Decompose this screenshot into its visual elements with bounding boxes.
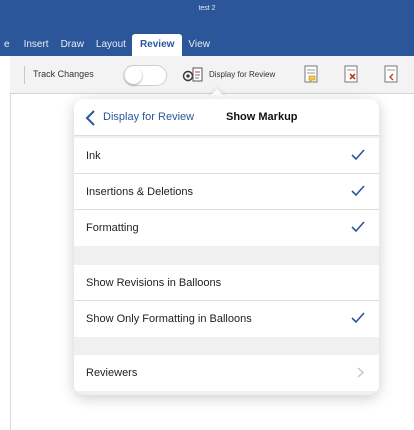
option-label: Show Revisions in Balloons bbox=[86, 277, 222, 289]
checkmark-icon bbox=[351, 185, 365, 197]
tab-draw[interactable]: Draw bbox=[55, 34, 90, 56]
title-tab-bar: test 2 e Insert Draw Layout Review View bbox=[0, 0, 414, 56]
option-show-only-formatting-in-balloons[interactable]: Show Only Formatting in Balloons bbox=[74, 301, 379, 337]
track-changes-label: Track Changes bbox=[33, 69, 94, 79]
reviewers-group: Reviewers bbox=[74, 355, 379, 391]
option-show-revisions-in-balloons[interactable]: Show Revisions in Balloons bbox=[74, 265, 379, 301]
tab-insert[interactable]: Insert bbox=[18, 34, 55, 56]
toggle-knob bbox=[125, 67, 142, 84]
chevron-right-icon bbox=[357, 367, 364, 378]
tab-view[interactable]: View bbox=[182, 34, 216, 56]
option-label: Show Only Formatting in Balloons bbox=[86, 313, 252, 325]
display-for-review-label[interactable]: Display for Review bbox=[209, 70, 275, 79]
back-button[interactable]: Display for Review bbox=[103, 111, 194, 123]
review-ribbon: Track Changes Display for Review bbox=[10, 56, 414, 94]
ribbon-separator bbox=[24, 66, 25, 84]
balloon-options-group: Show Revisions in Balloons Show Only For… bbox=[74, 265, 379, 337]
new-comment-icon[interactable] bbox=[302, 64, 320, 86]
option-label: Formatting bbox=[86, 222, 139, 234]
option-label: Ink bbox=[86, 150, 101, 162]
track-changes-toggle[interactable] bbox=[123, 65, 167, 86]
option-formatting[interactable]: Formatting bbox=[74, 210, 379, 246]
tab-home-partial[interactable]: e bbox=[0, 34, 18, 56]
option-label: Insertions & Deletions bbox=[86, 186, 193, 198]
option-reviewers[interactable]: Reviewers bbox=[74, 355, 379, 391]
markup-options-group: Ink Insertions & Deletions Formatting bbox=[74, 138, 379, 246]
checkmark-icon bbox=[351, 312, 365, 324]
checkmark-icon bbox=[351, 149, 365, 161]
show-markup-popover: Display for Review Show Markup Ink Inser… bbox=[74, 99, 379, 395]
previous-comment-icon[interactable] bbox=[382, 64, 400, 86]
ribbon-tabs: e Insert Draw Layout Review View bbox=[0, 34, 216, 56]
option-ink[interactable]: Ink bbox=[74, 138, 379, 174]
checkmark-icon bbox=[351, 221, 365, 233]
chevron-left-icon[interactable] bbox=[85, 110, 97, 126]
popover-header: Display for Review Show Markup bbox=[74, 99, 379, 136]
option-insertions-deletions[interactable]: Insertions & Deletions bbox=[74, 174, 379, 210]
tab-review[interactable]: Review bbox=[131, 34, 183, 56]
tab-layout[interactable]: Layout bbox=[90, 34, 132, 56]
option-label: Reviewers bbox=[86, 367, 138, 379]
popover-title: Show Markup bbox=[226, 111, 298, 123]
document-title: test 2 bbox=[198, 5, 216, 12]
display-for-review-icon[interactable] bbox=[182, 65, 204, 85]
delete-comment-icon[interactable] bbox=[342, 64, 360, 86]
